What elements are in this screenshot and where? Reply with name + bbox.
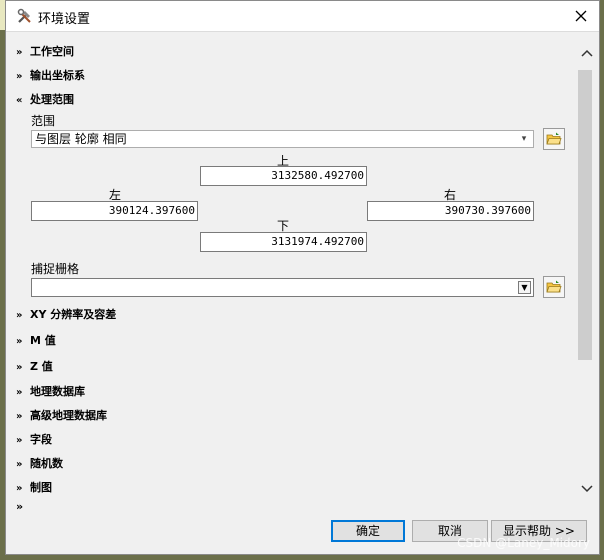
window-title: 环境设置 [38,12,91,27]
section-label: 输出坐标系 [30,69,85,82]
close-icon [575,10,587,22]
section-label: XY 分辨率及容差 [30,308,117,321]
expand-icon: » [16,411,23,422]
collapse-icon: « [16,95,23,106]
section-label: 工作空间 [30,45,74,58]
title-bar: 环境设置 [6,1,599,31]
expand-icon: » [16,459,23,470]
folder-open-icon [546,132,562,145]
chevron-down-icon: ▾ [521,134,527,144]
expand-icon: » [16,435,23,446]
section-label: Z 值 [30,360,53,373]
section-geodatabase-advanced[interactable]: » 高级地理数据库 [16,408,107,424]
section-label: 地理数据库 [30,385,85,398]
section-processing-extent[interactable]: « 处理范围 [16,92,74,108]
settings-panel: » 工作空间 » 输出坐标系 «处理范围 范围 与图层 轮廓 相同 ▾ 上 3132… [6,31,599,510]
expand-icon: » [16,71,23,82]
section-label: 处理范围 [30,93,74,106]
ok-button[interactable]: 确定 [331,520,405,542]
chevron-down-icon [581,485,593,493]
chevron-up-icon [581,49,593,57]
close-button[interactable] [566,3,596,29]
section-xy-resolution[interactable]: » XY 分辨率及容差 [16,307,116,323]
section-random-numbers[interactable]: » 随机数 [16,456,63,472]
section-geodatabase[interactable]: » 地理数据库 [16,384,85,400]
watermark: CSDN @Laney_Midory [457,536,590,550]
folder-open-icon [546,280,562,293]
snap-raster-label: 捕捉栅格 [31,262,80,276]
partial-section-icon: » [16,504,28,510]
left-field[interactable]: 390124.397600 [31,201,198,221]
expand-icon: » [16,310,23,321]
section-label: 高级地理数据库 [30,409,107,422]
section-output-coordinate-system[interactable]: » 输出坐标系 [16,68,85,84]
expand-icon: » [16,336,23,347]
right-field[interactable]: 390730.397600 [367,201,534,221]
browse-extent-button[interactable] [543,128,565,150]
extent-dropdown[interactable]: 与图层 轮廓 相同 ▾ [31,130,534,148]
tools-icon [16,7,34,25]
scroll-up-button[interactable] [578,44,596,62]
expand-icon: » [16,47,23,58]
browse-snap-raster-button[interactable] [543,276,565,298]
section-label: 字段 [30,433,52,446]
section-label: M 值 [30,334,56,347]
section-z-values[interactable]: » Z 值 [16,359,53,375]
scrollbar-thumb[interactable] [578,70,592,360]
section-cartography[interactable]: » 制图 [16,480,52,496]
snap-raster-dropdown[interactable]: ▼ [31,278,534,297]
chevron-down-icon: ▼ [518,281,531,294]
section-fields[interactable]: » 字段 [16,432,52,448]
section-label: 制图 [30,481,52,494]
bottom-field[interactable]: 3131974.492700 [200,232,367,252]
section-workspace[interactable]: » 工作空间 [16,44,74,60]
expand-icon: » [16,483,23,494]
expand-icon: » [16,362,23,373]
section-m-values[interactable]: » M 值 [16,333,56,349]
scroll-down-button[interactable] [578,480,596,498]
environment-settings-dialog: 环境设置 » 工作空间 » 输出坐标系 « 处理范围 范围 与图层 轮廓 相同 ▾ [5,0,600,555]
extent-label: 范围 [31,114,56,128]
top-field[interactable]: 3132580.492700 [200,166,367,186]
extent-dropdown-value: 与图层 轮廓 相同 [35,132,127,146]
section-label: 随机数 [30,457,63,470]
expand-icon: » [16,387,23,398]
